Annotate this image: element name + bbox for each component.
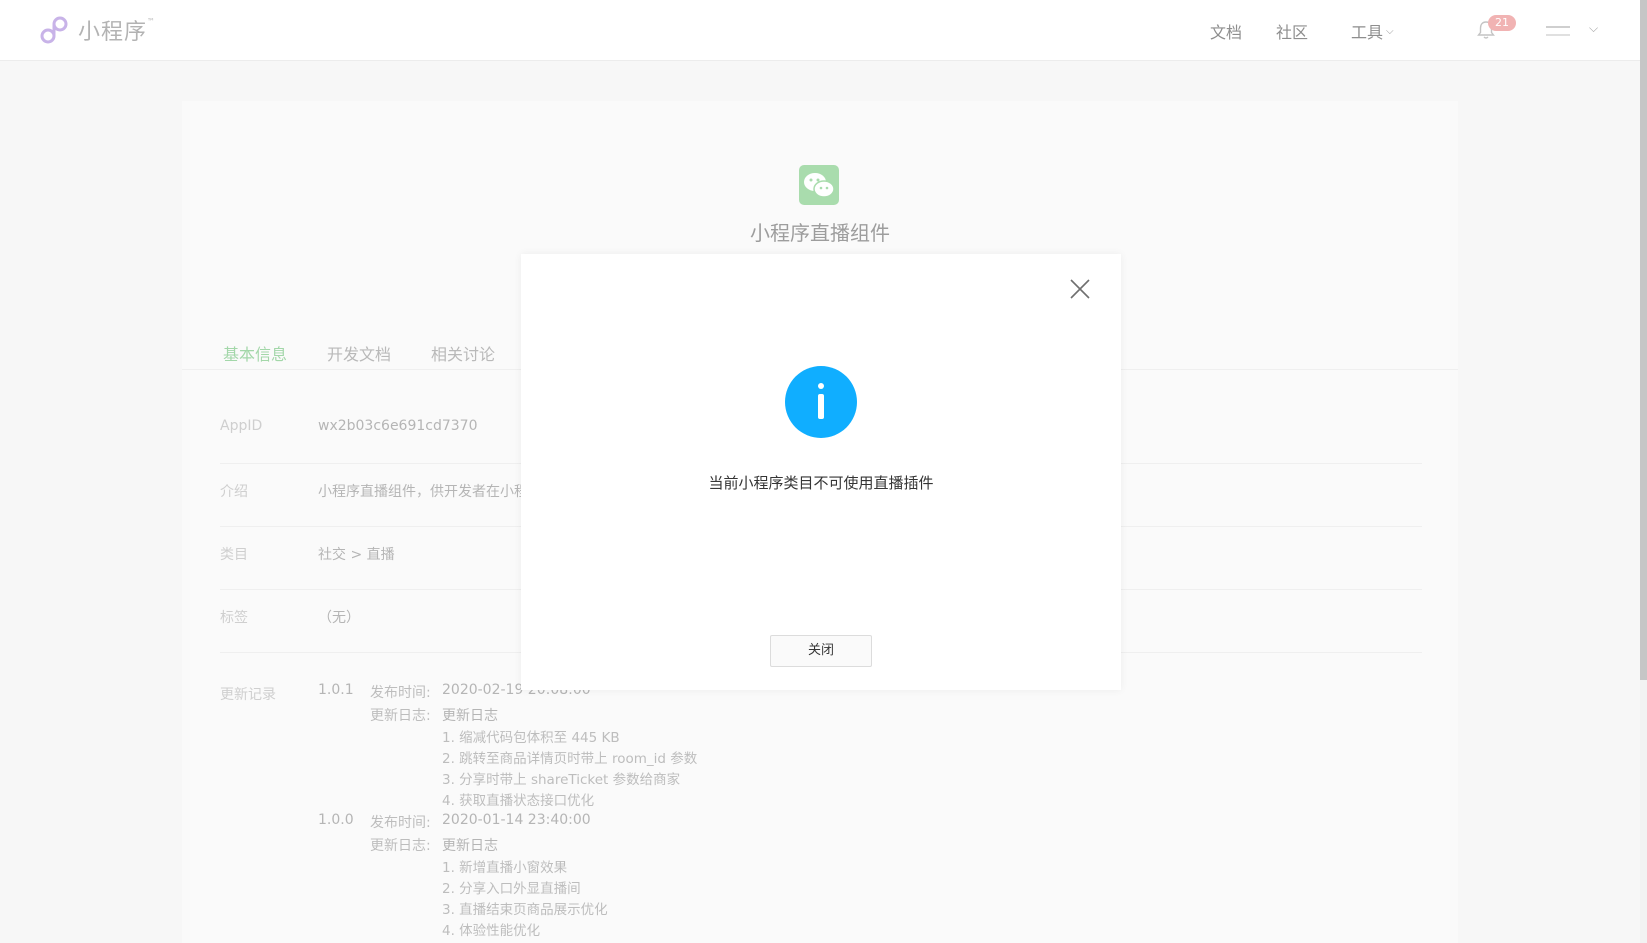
mini-program-logo-icon xyxy=(40,16,68,44)
nav-community-link[interactable]: 社区 xyxy=(1276,19,1308,43)
top-navigation-bar: 小程序 ™ 文档 社区 工具 ⌵ 21 ⌵ xyxy=(0,0,1640,61)
tags-value: （无） xyxy=(318,610,360,626)
tags-label: 标签 xyxy=(220,610,248,626)
intro-label: 介绍 xyxy=(220,484,248,500)
dialog-message: 当前小程序类目不可使用直播插件 xyxy=(708,474,934,492)
nav-tools-label: 工具 xyxy=(1351,23,1384,42)
info-icon-bar xyxy=(818,394,824,419)
chevron-down-icon: ⌵ xyxy=(1386,25,1394,37)
chevron-down-icon[interactable]: ⌵ xyxy=(1589,21,1598,36)
update-log-label: 更新日志: xyxy=(370,708,431,724)
detail-tabs: 基本信息 开发文档 相关讨论 xyxy=(223,341,535,365)
tab-dev-docs[interactable]: 开发文档 xyxy=(327,341,391,365)
info-icon-dot xyxy=(818,383,824,389)
list-item: 1. 新增直播小窗效果 xyxy=(442,860,568,876)
publish-time-label: 发布时间: xyxy=(370,815,431,831)
list-item: 4. 获取直播状态接口优化 xyxy=(442,793,595,809)
update-log-title: 更新日志 xyxy=(442,708,498,724)
notification-badge: 21 xyxy=(1488,15,1516,31)
list-item: 2. 分享入口外显直播间 xyxy=(442,881,581,897)
user-name-placeholder[interactable] xyxy=(1546,26,1570,36)
version-number: 1.0.0 xyxy=(318,812,354,828)
update-log-label: 更新日志: xyxy=(370,838,431,854)
nav-community-label: 社区 xyxy=(1276,23,1309,42)
close-icon[interactable] xyxy=(1069,278,1091,300)
list-item: 3. 直播结束页商品展示优化 xyxy=(442,902,608,918)
publish-time-value: 2020-01-14 23:40:00 xyxy=(442,812,591,828)
info-icon xyxy=(785,366,857,438)
list-item: 1. 缩减代码包体积至 445 KB xyxy=(442,730,620,746)
list-item: 2. 跳转至商品详情页时带上 room_id 参数 xyxy=(442,751,698,767)
mini-program-logo[interactable]: 小程序 ™ xyxy=(38,14,155,46)
intro-value: 小程序直播组件，供开发者在小程 xyxy=(318,484,528,500)
category-label: 类目 xyxy=(220,547,248,563)
update-log-title: 更新日志 xyxy=(442,838,498,854)
wechat-icon xyxy=(804,173,835,198)
tab-basic-info[interactable]: 基本信息 xyxy=(223,341,287,365)
appid-label: AppID xyxy=(220,418,263,434)
page-scrollbar-track[interactable] xyxy=(1640,0,1647,943)
plugin-title: 小程序直播组件 xyxy=(750,221,890,245)
plugin-logo xyxy=(799,165,839,205)
nav-tools-dropdown[interactable]: 工具 ⌵ xyxy=(1351,19,1394,43)
appid-value: wx2b03c6e691cd7370 xyxy=(318,418,478,434)
close-button[interactable]: 关闭 xyxy=(770,635,872,667)
changelog-label: 更新记录 xyxy=(220,687,276,703)
logo-text: 小程序 xyxy=(78,20,148,45)
tab-discussions[interactable]: 相关讨论 xyxy=(431,341,495,365)
publish-time-label: 发布时间: xyxy=(370,685,431,701)
list-item: 4. 体验性能优化 xyxy=(442,923,541,939)
category-value: 社交 > 直播 xyxy=(318,547,395,563)
list-item: 3. 分享时带上 shareTicket 参数给商家 xyxy=(442,772,681,788)
nav-docs-label: 文档 xyxy=(1210,23,1243,42)
alert-dialog: 当前小程序类目不可使用直播插件 关闭 xyxy=(521,254,1121,690)
nav-docs-link[interactable]: 文档 xyxy=(1210,19,1242,43)
trademark-mark: ™ xyxy=(147,16,156,26)
page-scrollbar-thumb[interactable] xyxy=(1640,0,1647,680)
version-number: 1.0.1 xyxy=(318,682,354,698)
